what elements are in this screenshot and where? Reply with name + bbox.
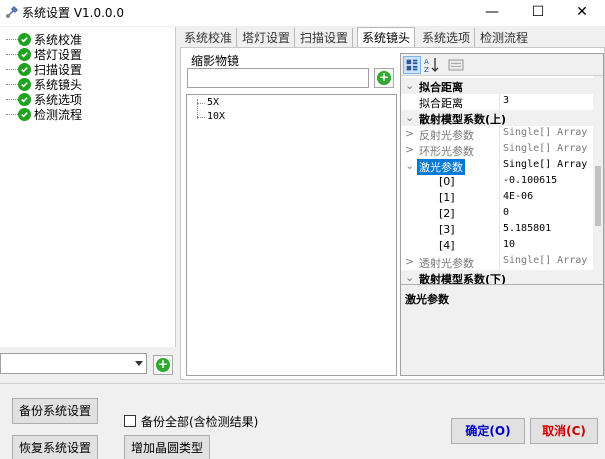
property-row[interactable]: [1] 4E-06 — [401, 190, 595, 206]
close-button[interactable]: ✕ — [559, 0, 605, 26]
property-name: 透射光参数 — [419, 257, 474, 270]
svg-text:Z: Z — [424, 66, 429, 74]
maximize-button[interactable]: ☐ — [515, 0, 561, 26]
property-value[interactable]: 5.185801 — [503, 223, 551, 234]
ok-button[interactable]: 确定(O) — [451, 418, 525, 444]
description-title: 激光参数 — [405, 293, 449, 306]
property-value[interactable]: Single[] Array — [503, 255, 587, 266]
property-row[interactable]: [4] 10 — [401, 238, 595, 254]
property-row[interactable]: [0] -0.100615 — [401, 174, 595, 190]
config-combo[interactable] — [0, 353, 147, 374]
check-icon — [18, 63, 31, 76]
property-value[interactable]: Single[] Array — [503, 127, 587, 138]
property-name: 散射模型系数(上) — [419, 113, 507, 126]
tab-system-options[interactable]: 系统选项 — [418, 28, 476, 48]
settings-tree: 系统校准 塔灯设置 扫描设置 系统镜头 系统选项 检测流程 — [0, 27, 176, 347]
backup-all-label: 备份全部(含检测结果) — [141, 415, 259, 429]
property-name: 拟合距离 — [419, 97, 463, 110]
add-wafer-type-button[interactable]: 增加晶圆类型 — [124, 435, 210, 459]
objective-item-5x[interactable]: 5X — [207, 97, 219, 108]
cancel-button[interactable]: 取消(C) — [530, 418, 598, 444]
property-name: 拟合距离 — [419, 81, 463, 94]
tree-item-inspection-flow[interactable]: 检测流程 — [6, 107, 82, 122]
check-icon — [18, 33, 31, 46]
property-value[interactable]: -0.100615 — [503, 175, 557, 186]
tree-item-tower-light[interactable]: 塔灯设置 — [6, 47, 82, 62]
tree-item-label: 检测流程 — [34, 108, 83, 122]
property-grid: A Z ⌄ 拟合距离 拟合距离 3 ⌄ 散射模型系数(上) > 反射光参数 Single[] A… — [400, 53, 604, 376]
property-name: [3] — [439, 223, 455, 236]
tab-inspection-flow[interactable]: 检测流程 — [476, 28, 532, 48]
tree-item-scan-settings[interactable]: 扫描设置 — [6, 62, 82, 77]
categorized-icon[interactable] — [403, 56, 421, 74]
backup-settings-button[interactable]: 备份系统设置 — [12, 398, 98, 424]
property-value[interactable]: 10 — [503, 239, 515, 250]
property-row[interactable]: 拟合距离 3 — [401, 94, 595, 110]
tab-tower-light[interactable]: 塔灯设置 — [238, 28, 296, 48]
add-config-button[interactable]: + — [153, 355, 173, 375]
alphabetical-sort-icon[interactable]: A Z — [423, 56, 441, 74]
property-row[interactable]: >环形光参数 Single[] Array — [401, 142, 595, 158]
check-icon — [18, 108, 31, 121]
lens-panel: 缩影物镜 + 5X 10X A Z ⌄拟合距离拟合距离3⌄散射模型系数 — [180, 47, 605, 380]
restore-settings-button[interactable]: 恢复系统设置 — [12, 435, 98, 459]
tab-system-lens[interactable]: 系统镜头 — [357, 27, 416, 49]
check-icon — [18, 78, 31, 91]
property-value[interactable]: 0 — [503, 207, 509, 218]
property-category[interactable]: ⌄ 散射模型系数(上) — [401, 110, 595, 126]
property-category[interactable]: ⌄ 拟合距离 — [401, 78, 595, 94]
property-name: [1] — [439, 191, 455, 204]
property-pages-icon[interactable] — [447, 56, 465, 74]
chevron-right-icon[interactable]: > — [405, 143, 417, 156]
check-icon — [18, 93, 31, 106]
chevron-down-icon — [135, 361, 143, 366]
tab-scan-settings[interactable]: 扫描设置 — [296, 28, 354, 48]
objective-input[interactable] — [187, 68, 369, 88]
tree-item-system-lens[interactable]: 系统镜头 — [6, 77, 82, 92]
property-name: [0] — [439, 175, 455, 188]
check-icon — [18, 48, 31, 61]
app-icon — [6, 5, 19, 18]
chevron-down-icon[interactable]: ⌄ — [405, 159, 417, 172]
property-value[interactable]: Single[] Array — [503, 159, 587, 170]
window-title: 系统设置 V1.0.0.0 — [22, 6, 125, 20]
objective-list[interactable]: 5X 10X — [186, 94, 397, 376]
property-grid-scrollbar[interactable] — [593, 76, 603, 284]
property-value[interactable]: 3 — [503, 95, 509, 106]
svg-text:A: A — [424, 58, 429, 66]
tree-item-system-calibration[interactable]: 系统校准 — [6, 32, 82, 47]
property-row[interactable]: ⌄ 激光参数 Single[] Array — [401, 158, 595, 175]
chevron-down-icon[interactable]: ⌄ — [405, 79, 417, 92]
backup-all-checkbox[interactable] — [124, 415, 136, 427]
tab-system-calibration[interactable]: 系统校准 — [180, 28, 238, 48]
plus-icon: + — [156, 357, 170, 372]
chevron-right-icon[interactable]: > — [405, 127, 417, 140]
bottom-bar: 备份系统设置 恢复系统设置 备份全部(含检测结果) 增加晶圆类型 确定(O) 取… — [0, 383, 605, 459]
property-name: 激光参数 — [417, 159, 465, 175]
property-value[interactable]: Single[] Array — [503, 143, 587, 154]
add-objective-button[interactable]: + — [374, 68, 394, 88]
chevron-down-icon[interactable]: ⌄ — [405, 271, 417, 284]
property-row[interactable]: [2] 0 — [401, 206, 595, 222]
property-name: 环形光参数 — [419, 145, 474, 158]
property-row[interactable]: > 透射光参数 Single[] Array — [401, 254, 595, 270]
property-value[interactable]: 4E-06 — [503, 191, 533, 202]
plus-icon: + — [377, 70, 391, 85]
property-name: [2] — [439, 207, 455, 220]
property-name: 反射光参数 — [419, 129, 474, 142]
title-bar: 系统设置 V1.0.0.0 — ☐ ✕ — [0, 0, 605, 26]
property-row[interactable]: [3] 5.185801 — [401, 222, 595, 238]
objective-item-10x[interactable]: 10X — [207, 111, 225, 122]
minimize-button[interactable]: — — [469, 0, 515, 26]
objective-group-label: 缩影物镜 — [191, 54, 240, 68]
tree-item-system-options[interactable]: 系统选项 — [6, 92, 82, 107]
property-description: 激光参数 — [401, 284, 603, 375]
property-name: [4] — [439, 239, 455, 252]
scroll-thumb[interactable] — [595, 166, 601, 226]
property-grid-toolbar: A Z — [401, 54, 603, 76]
property-row[interactable]: >反射光参数 Single[] Array — [401, 126, 595, 142]
chevron-down-icon[interactable]: ⌄ — [405, 111, 417, 124]
chevron-right-icon[interactable]: > — [405, 255, 417, 268]
